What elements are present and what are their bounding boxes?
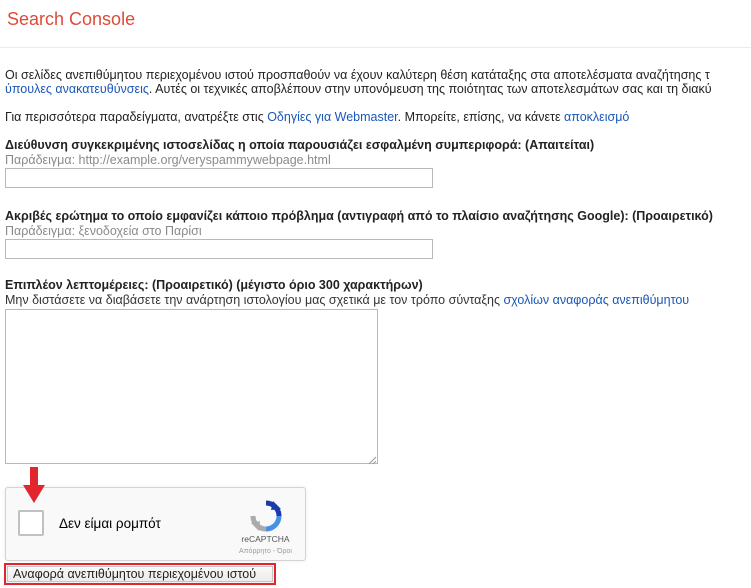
block-link[interactable]: αποκλεισμό <box>564 110 629 124</box>
url-hint: Παράδειγμα: http://example.org/veryspamm… <box>5 153 331 167</box>
url-label: Διεύθυνση συγκεκριμένης ιστοσελίδας η οπ… <box>5 138 595 152</box>
spam-report-comments-link[interactable]: σχολίων αναφοράς ανεπιθύμητου <box>503 293 689 307</box>
url-input[interactable] <box>5 168 433 188</box>
resize-grip-icon[interactable] <box>367 455 377 465</box>
sneaky-redirects-link[interactable]: ύπουλες ανακατευθύνσεις <box>5 82 149 96</box>
webmaster-guidelines-link[interactable]: Οδηγίες για Webmaster <box>267 110 397 124</box>
red-arrow-icon <box>23 467 45 503</box>
details-description-text: Μην διστάσετε να διαβάσετε την ανάρτηση … <box>5 293 504 307</box>
recaptcha-brand: reCAPTCHA <box>241 534 290 544</box>
intro-line-2-text: . Αυτές οι τεχνικές αποβλέπουν στην υπον… <box>148 82 712 96</box>
header-divider <box>0 47 751 48</box>
app-title: Search Console <box>7 9 136 29</box>
report-spam-button[interactable]: Αναφορά ανεπιθύμητου περιεχομένου ιστού <box>7 566 273 582</box>
intro-line-1: Οι σελίδες ανεπιθύμητου περιεχομένου ιστ… <box>5 68 710 82</box>
details-description: Μην διστάσετε να διαβάσετε την ανάρτηση … <box>5 293 689 307</box>
recaptcha-checkbox-label: Δεν είμαι ρομπότ <box>59 516 161 531</box>
more-examples-text: Για περισσότερα παραδείγματα, ανατρέξτε … <box>5 110 629 124</box>
recaptcha-logo-icon <box>250 500 282 532</box>
recaptcha-checkbox[interactable] <box>18 510 44 536</box>
more-examples-prefix: Για περισσότερα παραδείγματα, ανατρέξτε … <box>5 110 268 124</box>
query-hint: Παράδειγμα: ξενοδοχεία στο Παρίσι <box>5 224 202 238</box>
intro-line-2: ύπουλες ανακατευθύνσεις. Αυτές οι τεχνικ… <box>5 82 712 96</box>
recaptcha-widget: Δεν είμαι ρομπότ reCAPTCHA Απόρρητο - Όρ… <box>5 487 306 561</box>
query-input[interactable] <box>5 239 433 259</box>
details-textarea[interactable] <box>5 309 378 464</box>
query-label: Ακριβές ερώτημα το οποίο εμφανίζει κάποι… <box>5 209 713 223</box>
details-label: Επιπλέον λεπτομέρειες: (Προαιρετικό) (μέ… <box>5 278 423 292</box>
recaptcha-terms[interactable]: Απόρρητο - Όροι <box>228 548 303 555</box>
submit-highlight: Αναφορά ανεπιθύμητου περιεχομένου ιστού <box>4 563 276 585</box>
more-examples-middle: . Μπορείτε, επίσης, να κάνετε <box>397 110 565 124</box>
